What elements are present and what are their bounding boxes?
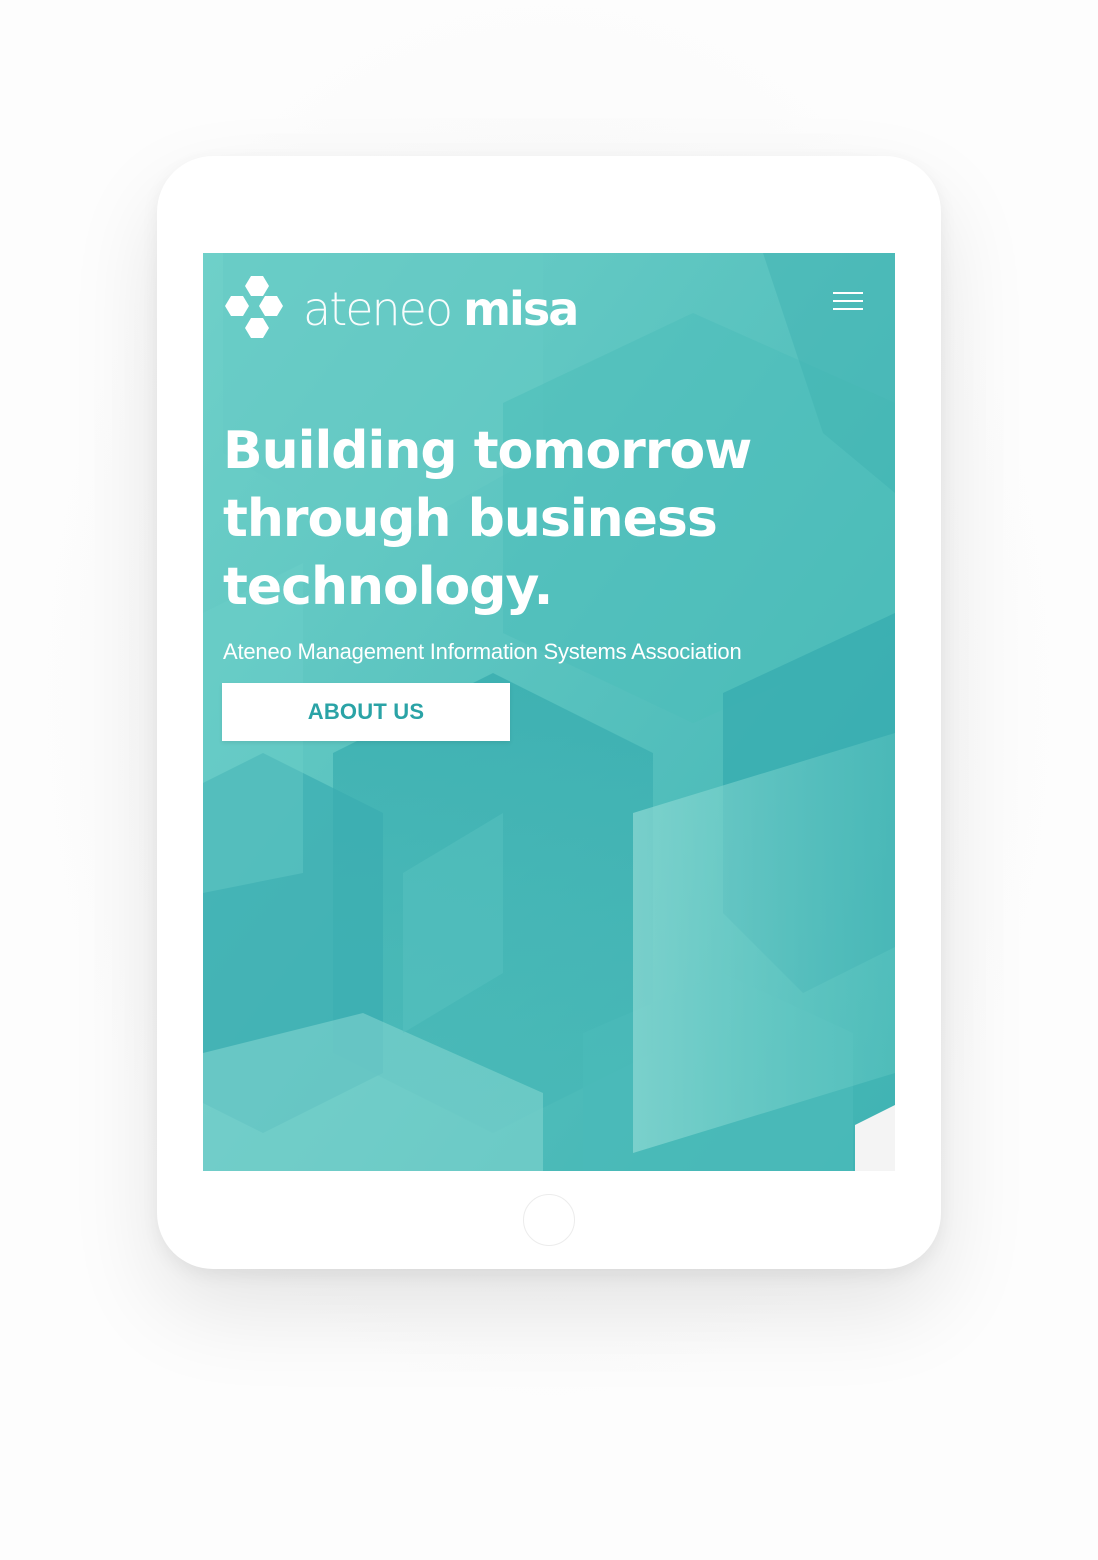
hamburger-menu-icon[interactable]	[831, 289, 865, 313]
site-logo[interactable]: ateneo misa	[223, 275, 579, 343]
hero-title-line-2: through business	[223, 489, 718, 549]
logo-word-ateneo: ateneo	[303, 282, 453, 336]
about-us-button[interactable]: ABOUT US	[222, 683, 510, 741]
hero-title: Building tomorrow through business techn…	[223, 417, 843, 621]
hero-title-line-1: Building tomorrow	[223, 421, 752, 481]
logo-word-misa: misa	[463, 282, 579, 336]
hero-title-line-3: technology.	[223, 557, 553, 617]
tablet-screen: ateneo misa Building tomorrow through bus…	[203, 253, 895, 1171]
hexagon-cluster-icon	[225, 276, 283, 338]
logo-wordmark: ateneo misa	[303, 286, 579, 332]
tablet-frame: ateneo misa Building tomorrow through bus…	[157, 156, 941, 1269]
tablet-home-button	[523, 1194, 575, 1246]
page-curl	[855, 1105, 895, 1171]
hero-subtitle: Ateneo Management Information Systems As…	[223, 639, 742, 664]
